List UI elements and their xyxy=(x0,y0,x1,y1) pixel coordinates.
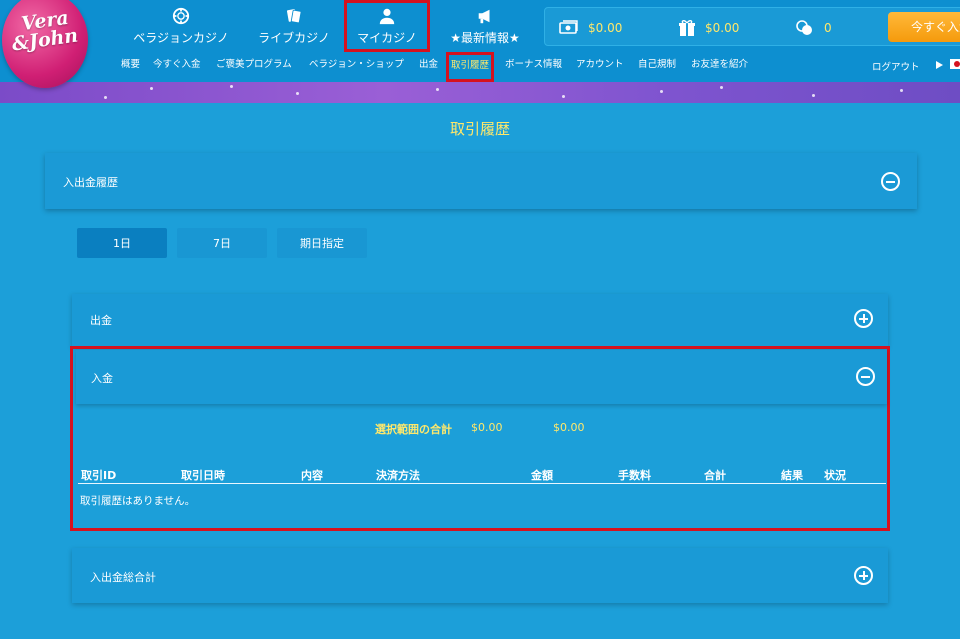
bonus-balance: $0.00 xyxy=(705,20,740,35)
expand-icon[interactable] xyxy=(854,309,873,328)
collapse-icon[interactable] xyxy=(856,367,875,386)
subnav-withdrawal[interactable]: 出金 xyxy=(419,53,438,79)
summary-label: 選択範囲の合計 xyxy=(375,423,452,436)
summary-value-2: $0.00 xyxy=(553,421,585,434)
logout-link[interactable]: ログアウト xyxy=(872,59,920,73)
section-title: 入金 xyxy=(91,372,113,385)
wallet-bonus[interactable]: $0.00 xyxy=(678,8,739,47)
subnav-bonus-info[interactable]: ボーナス情報 xyxy=(505,53,562,79)
section-title: 出金 xyxy=(90,314,112,327)
filter-7-days[interactable]: 7日 xyxy=(177,228,267,258)
subnav-refer-friend[interactable]: お友達を紹介 xyxy=(691,53,748,79)
summary-value-1: $0.00 xyxy=(471,421,503,434)
points-balance: 0 xyxy=(824,20,832,35)
empty-history-message: 取引履歴はありません。 xyxy=(80,495,196,507)
withdrawal-section[interactable]: 出金 xyxy=(72,294,888,346)
cards-icon xyxy=(286,9,302,24)
user-icon xyxy=(379,8,395,24)
column-header-fee: 手数料 xyxy=(618,469,651,482)
nav-label: ライブカジノ xyxy=(258,31,330,45)
subnav-self-restriction[interactable]: 自己規制 xyxy=(638,53,676,79)
column-header-result: 結果 xyxy=(781,469,803,482)
money-icon xyxy=(559,19,578,34)
column-header-status: 状況 xyxy=(824,469,846,482)
wallet-points[interactable]: 0 xyxy=(795,8,832,47)
deposit-section-header[interactable]: 入金 xyxy=(76,350,887,404)
sub-navigation: 概要 今すぐ入金 ご褒美プログラム ベラジョン・ショップ 出金 取引履歴 ボーナ… xyxy=(0,52,960,82)
gift-icon xyxy=(679,19,695,36)
page-title: 取引履歴 xyxy=(449,120,510,138)
panel-title: 入出金履歴 xyxy=(63,176,118,189)
nav-live-casino[interactable]: ライブカジノ xyxy=(252,0,336,53)
filter-custom-date[interactable]: 期日指定 xyxy=(277,228,367,258)
expand-icon[interactable] xyxy=(854,566,873,585)
subnav-rewards-program[interactable]: ご褒美プログラム xyxy=(216,53,292,79)
table-divider xyxy=(78,483,886,484)
section-title: 入出金総合計 xyxy=(90,571,156,584)
nav-label: ★最新情報★ xyxy=(450,31,520,45)
cash-balance: $0.00 xyxy=(588,20,623,35)
deposit-section: 入金 選択範囲の合計 $0.00 $0.00 取引ID 取引日時 内容 決済方法… xyxy=(70,346,890,531)
subnav-overview[interactable]: 概要 xyxy=(121,53,140,79)
megaphone-icon xyxy=(478,9,490,24)
collapse-icon[interactable] xyxy=(881,172,900,191)
column-header-description: 内容 xyxy=(301,469,323,482)
nav-vera-john-casino[interactable]: ベラジョンカジノ xyxy=(132,0,230,53)
filter-1-day[interactable]: 1日 xyxy=(77,228,167,258)
subnav-deposit-now[interactable]: 今すぐ入金 xyxy=(153,53,201,79)
subnav-transaction-history[interactable]: 取引履歴 xyxy=(446,52,495,82)
column-header-total: 合計 xyxy=(704,469,726,482)
deposit-withdrawal-history-panel[interactable]: 入出金履歴 xyxy=(45,153,917,209)
total-section[interactable]: 入出金総合計 xyxy=(72,548,888,603)
column-header-amount: 金額 xyxy=(531,469,553,482)
deposit-now-button[interactable]: 今すぐ入金 xyxy=(888,12,960,42)
nav-label: ベラジョンカジノ xyxy=(133,31,229,45)
nav-latest-news[interactable]: ★最新情報★ xyxy=(440,0,530,53)
nav-my-casino[interactable]: マイカジノ xyxy=(344,0,430,52)
play-arrow-icon[interactable] xyxy=(936,61,943,69)
japan-flag-icon[interactable] xyxy=(950,59,960,69)
decorative-banner xyxy=(0,82,960,103)
wallet-cash[interactable]: $0.00 xyxy=(559,8,622,47)
subnav-account[interactable]: アカウント xyxy=(576,53,624,79)
nav-label: マイカジノ xyxy=(357,30,417,45)
chip-icon xyxy=(172,7,190,25)
coins-icon xyxy=(796,19,812,35)
subnav-shop[interactable]: ベラジョン・ショップ xyxy=(309,53,404,79)
column-header-transaction-id: 取引ID xyxy=(81,469,117,482)
column-header-datetime: 取引日時 xyxy=(181,469,225,482)
column-header-payment-method: 決済方法 xyxy=(376,469,420,482)
